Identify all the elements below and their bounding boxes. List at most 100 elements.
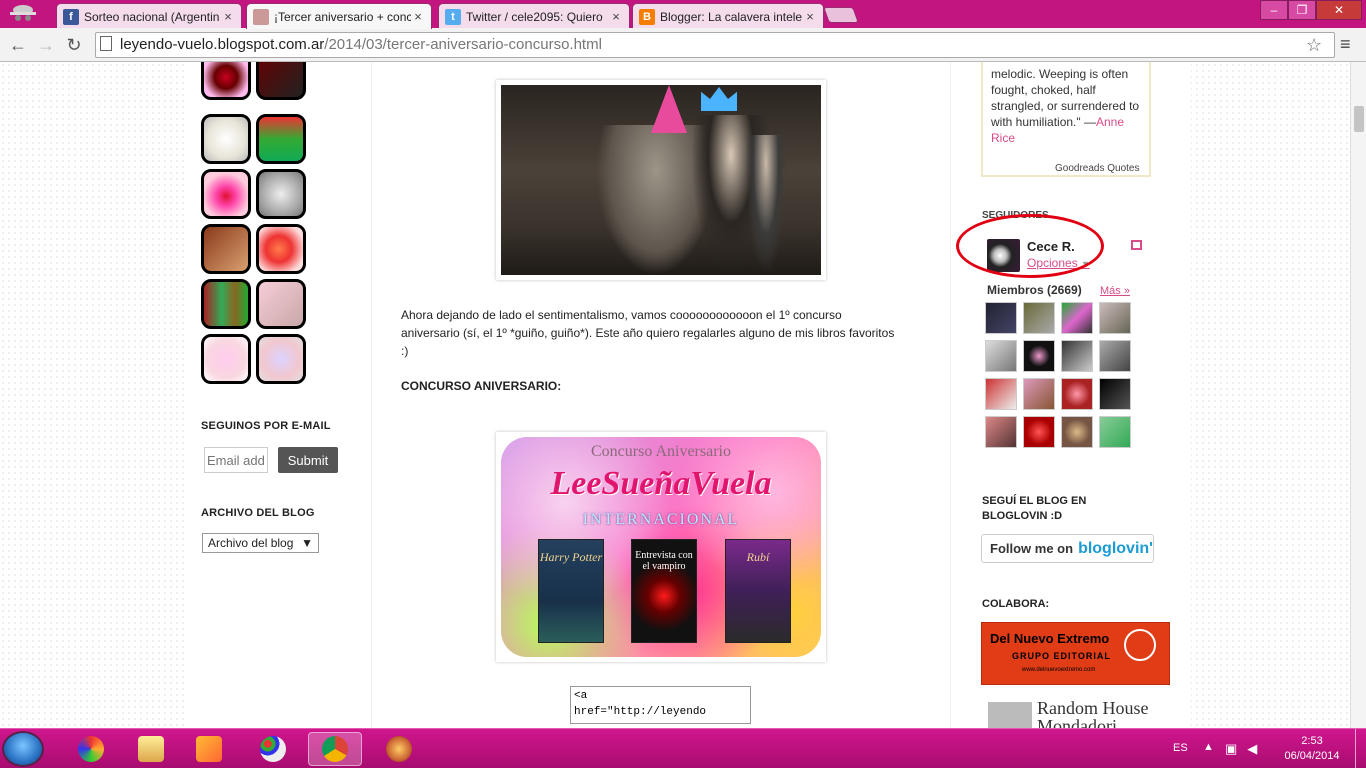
network-icon[interactable]: ▣ — [1225, 741, 1247, 756]
del-nuevo-extremo-banner[interactable]: Del Nuevo Extremo GRUPO EDITORIAL www.de… — [981, 622, 1170, 685]
close-tab-icon[interactable]: × — [803, 9, 817, 24]
post-paragraph: Ahora dejando de lado el sentimentalismo… — [401, 308, 895, 358]
member-avatar[interactable] — [1023, 340, 1055, 372]
show-desktop-button[interactable] — [1355, 729, 1366, 768]
book-cover-harry-potter: Harry Potter — [538, 539, 604, 643]
twitter-icon: t — [445, 8, 461, 25]
contest-banner-frame: Concurso Aniversario LeeSueñaVuela INTER… — [496, 432, 826, 662]
taskbar-explorer[interactable] — [124, 732, 178, 766]
member-avatar[interactable] — [1099, 302, 1131, 334]
address-bar[interactable]: leyendo-vuelo.blogspot.com.ar/2014/03/te… — [95, 32, 1335, 58]
archive-select[interactable]: Archivo del blog ▼ — [202, 533, 319, 553]
contest-banner[interactable]: Concurso Aniversario LeeSueñaVuela INTER… — [501, 437, 821, 657]
reload-icon[interactable]: ↻ — [62, 33, 86, 57]
member-avatar[interactable] — [1023, 416, 1055, 448]
chrome-menu-icon[interactable]: ≡ — [1340, 34, 1351, 55]
more-members-link[interactable]: Más » — [1100, 285, 1130, 297]
submit-button[interactable]: Submit — [278, 447, 338, 473]
post-gif-image[interactable] — [501, 85, 821, 275]
member-avatar[interactable] — [985, 378, 1017, 410]
forward-icon[interactable]: → — [34, 33, 58, 57]
popout-icon[interactable] — [1131, 240, 1142, 250]
browser-toolbar: ← → ↻ leyendo-vuelo.blogspot.com.ar/2014… — [0, 28, 1366, 62]
app-recorder-icon — [78, 736, 104, 762]
back-icon[interactable]: ← — [6, 33, 30, 57]
thumb-love[interactable] — [201, 114, 251, 164]
windows-taskbar: ES ▲ ▣◀ 2:53 06/04/2014 — [0, 728, 1366, 768]
contest-heading: CONCURSO ANIVERSARIO: — [401, 379, 562, 393]
member-avatar[interactable] — [1099, 378, 1131, 410]
taskbar-app[interactable] — [372, 732, 426, 766]
tab-blog[interactable]: ¡Tercer aniversario + conc × — [246, 3, 432, 29]
new-tab-button[interactable] — [823, 7, 859, 23]
thumb-apple[interactable] — [256, 224, 306, 274]
globe-icon — [1124, 629, 1156, 661]
embed-code-textarea[interactable]: <a href="http://leyendo — [570, 686, 751, 724]
taskbar-media-player[interactable] — [182, 732, 236, 766]
thumb-petals[interactable] — [201, 334, 251, 384]
member-avatar[interactable] — [1061, 302, 1093, 334]
random-house-logo[interactable]: Random House Mondadori — [988, 696, 1170, 728]
member-avatar[interactable] — [1023, 378, 1055, 410]
email-input[interactable] — [204, 447, 268, 473]
book-cover-rubi: Rubí — [725, 539, 791, 643]
dropdown-arrow-icon: ▼ — [301, 536, 313, 550]
party-hat-icon — [651, 85, 687, 133]
bookmark-star-icon[interactable]: ☆ — [1306, 35, 1322, 56]
member-avatar[interactable] — [1061, 416, 1093, 448]
goodreads-source[interactable]: Goodreads Quotes — [1055, 163, 1140, 174]
language-indicator[interactable]: ES — [1173, 742, 1188, 754]
member-avatar[interactable] — [1099, 416, 1131, 448]
facebook-icon: f — [63, 8, 79, 25]
media-player-icon — [196, 736, 222, 762]
tray-expand-icon[interactable]: ▲ — [1203, 741, 1214, 753]
page-viewport: SEGUINOS POR E-MAIL Submit ARCHIVO DEL B… — [0, 62, 1350, 728]
member-avatar[interactable] — [985, 340, 1017, 372]
window-controls: – ❐ ✕ — [1260, 0, 1362, 20]
taskbar-app-recorder[interactable] — [64, 732, 118, 766]
thumb-gift[interactable] — [256, 114, 306, 164]
member-avatar[interactable] — [1061, 340, 1093, 372]
folder-icon — [138, 736, 164, 762]
scrollbar-thumb[interactable] — [1354, 106, 1364, 132]
thumb-lips[interactable] — [201, 62, 251, 100]
clock[interactable]: 2:53 06/04/2014 — [1283, 734, 1341, 764]
scrollbar[interactable] — [1350, 62, 1366, 728]
chrome-icon — [322, 736, 348, 762]
start-button[interactable] — [2, 731, 44, 767]
tray-icons[interactable]: ▣◀ — [1225, 741, 1267, 757]
member-avatar[interactable] — [1061, 378, 1093, 410]
member-avatar[interactable] — [1023, 302, 1055, 334]
hand-app-icon — [386, 736, 412, 762]
thumb-book[interactable] — [201, 224, 251, 274]
incognito-profile-icon[interactable] — [6, 3, 40, 25]
minimize-icon[interactable]: – — [1260, 0, 1288, 20]
tab-facebook[interactable]: f Sorteo nacional (Argentin × — [56, 3, 242, 29]
member-avatar[interactable] — [985, 416, 1017, 448]
thumb-books[interactable] — [201, 279, 251, 329]
member-avatar[interactable] — [985, 302, 1017, 334]
close-tab-icon[interactable]: × — [221, 9, 235, 24]
thumb-heart[interactable] — [201, 169, 251, 219]
close-tab-icon[interactable]: × — [609, 9, 623, 24]
restore-icon[interactable]: ❐ — [1288, 0, 1316, 20]
tab-twitter[interactable]: t Twitter / cele2095: Quiero × — [438, 3, 630, 29]
bloglovin-follow-button[interactable]: Follow me on bloglovin' — [981, 534, 1154, 563]
random-house-icon — [988, 702, 1032, 728]
close-window-icon[interactable]: ✕ — [1316, 0, 1362, 20]
taskbar-chrome[interactable] — [308, 732, 362, 766]
thumb-lace[interactable] — [256, 334, 306, 384]
member-avatar[interactable] — [1099, 340, 1131, 372]
thumb-bow[interactable] — [256, 62, 306, 100]
taskbar-paint[interactable] — [246, 732, 300, 766]
goodreads-quote-widget: melodic. Weeping is often fought, choked… — [981, 62, 1151, 177]
thumb-things[interactable] — [256, 279, 306, 329]
blog-favicon-icon — [253, 8, 269, 25]
close-tab-icon[interactable]: × — [411, 9, 425, 24]
crown-icon — [701, 87, 737, 111]
volume-icon[interactable]: ◀ — [1247, 741, 1267, 756]
thumb-cat[interactable] — [256, 169, 306, 219]
members-grid — [985, 302, 1135, 448]
tab-blogger[interactable]: B Blogger: La calavera intele × — [632, 3, 824, 29]
paint-icon — [260, 736, 286, 762]
